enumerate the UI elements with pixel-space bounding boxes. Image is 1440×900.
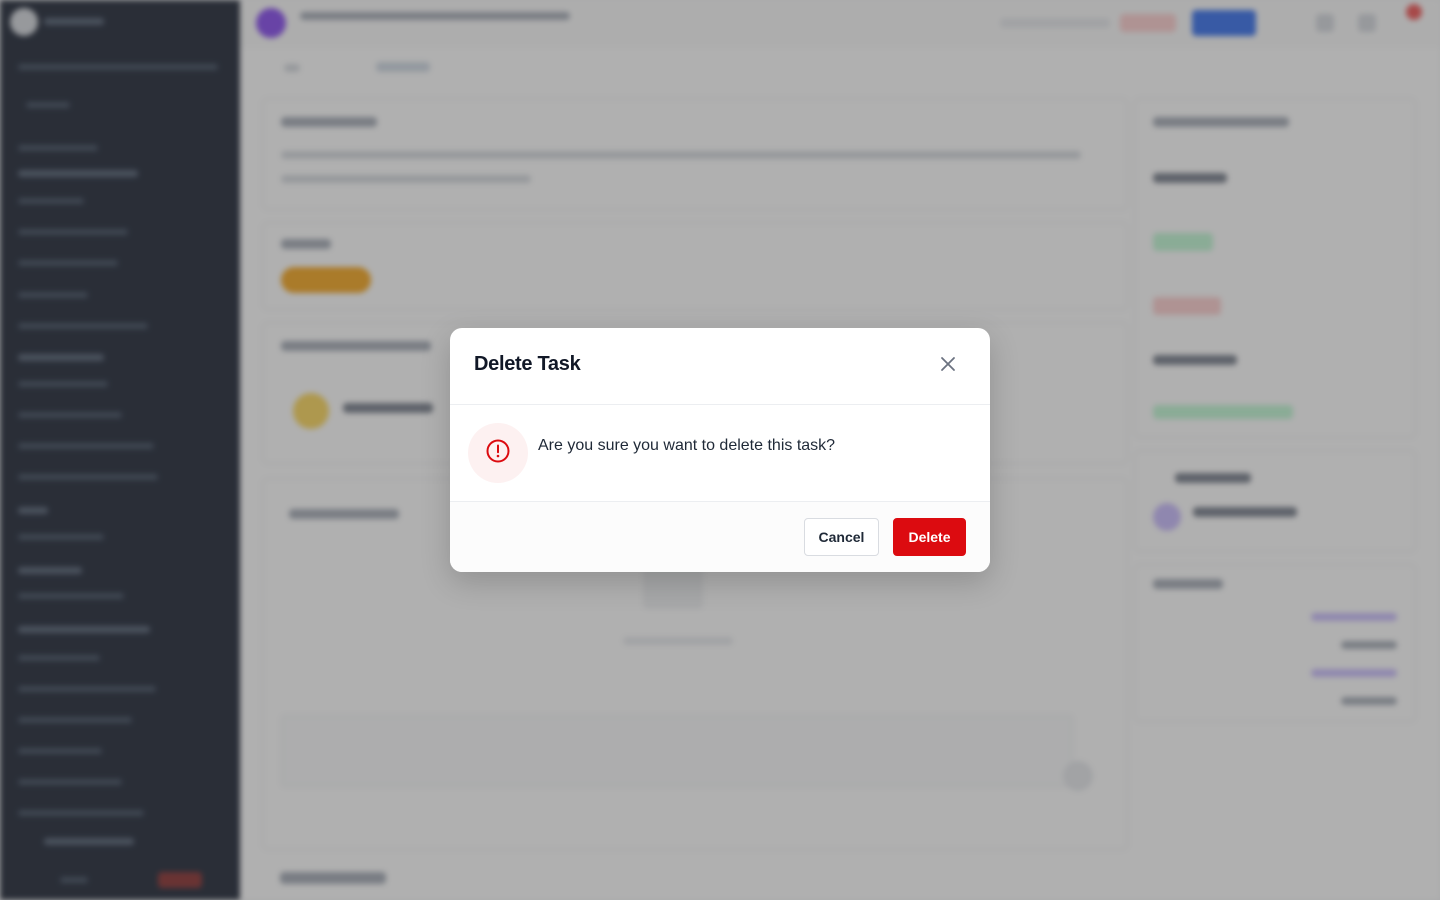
dialog-header: Delete Task (450, 328, 990, 405)
dialog-body: Are you sure you want to delete this tas… (450, 405, 990, 502)
delete-task-dialog: Delete Task Are you sure you want to del… (450, 328, 990, 572)
dialog-message: Are you sure you want to delete this tas… (538, 437, 836, 454)
dialog-title: Delete Task (474, 353, 581, 375)
delete-button[interactable]: Delete (893, 518, 966, 556)
warning-icon-container (468, 423, 528, 483)
dialog-footer: Cancel Delete (450, 502, 990, 572)
close-icon (940, 356, 956, 377)
cancel-button[interactable]: Cancel (804, 518, 879, 556)
alert-circle-icon (485, 438, 511, 469)
close-button[interactable] (934, 352, 962, 380)
